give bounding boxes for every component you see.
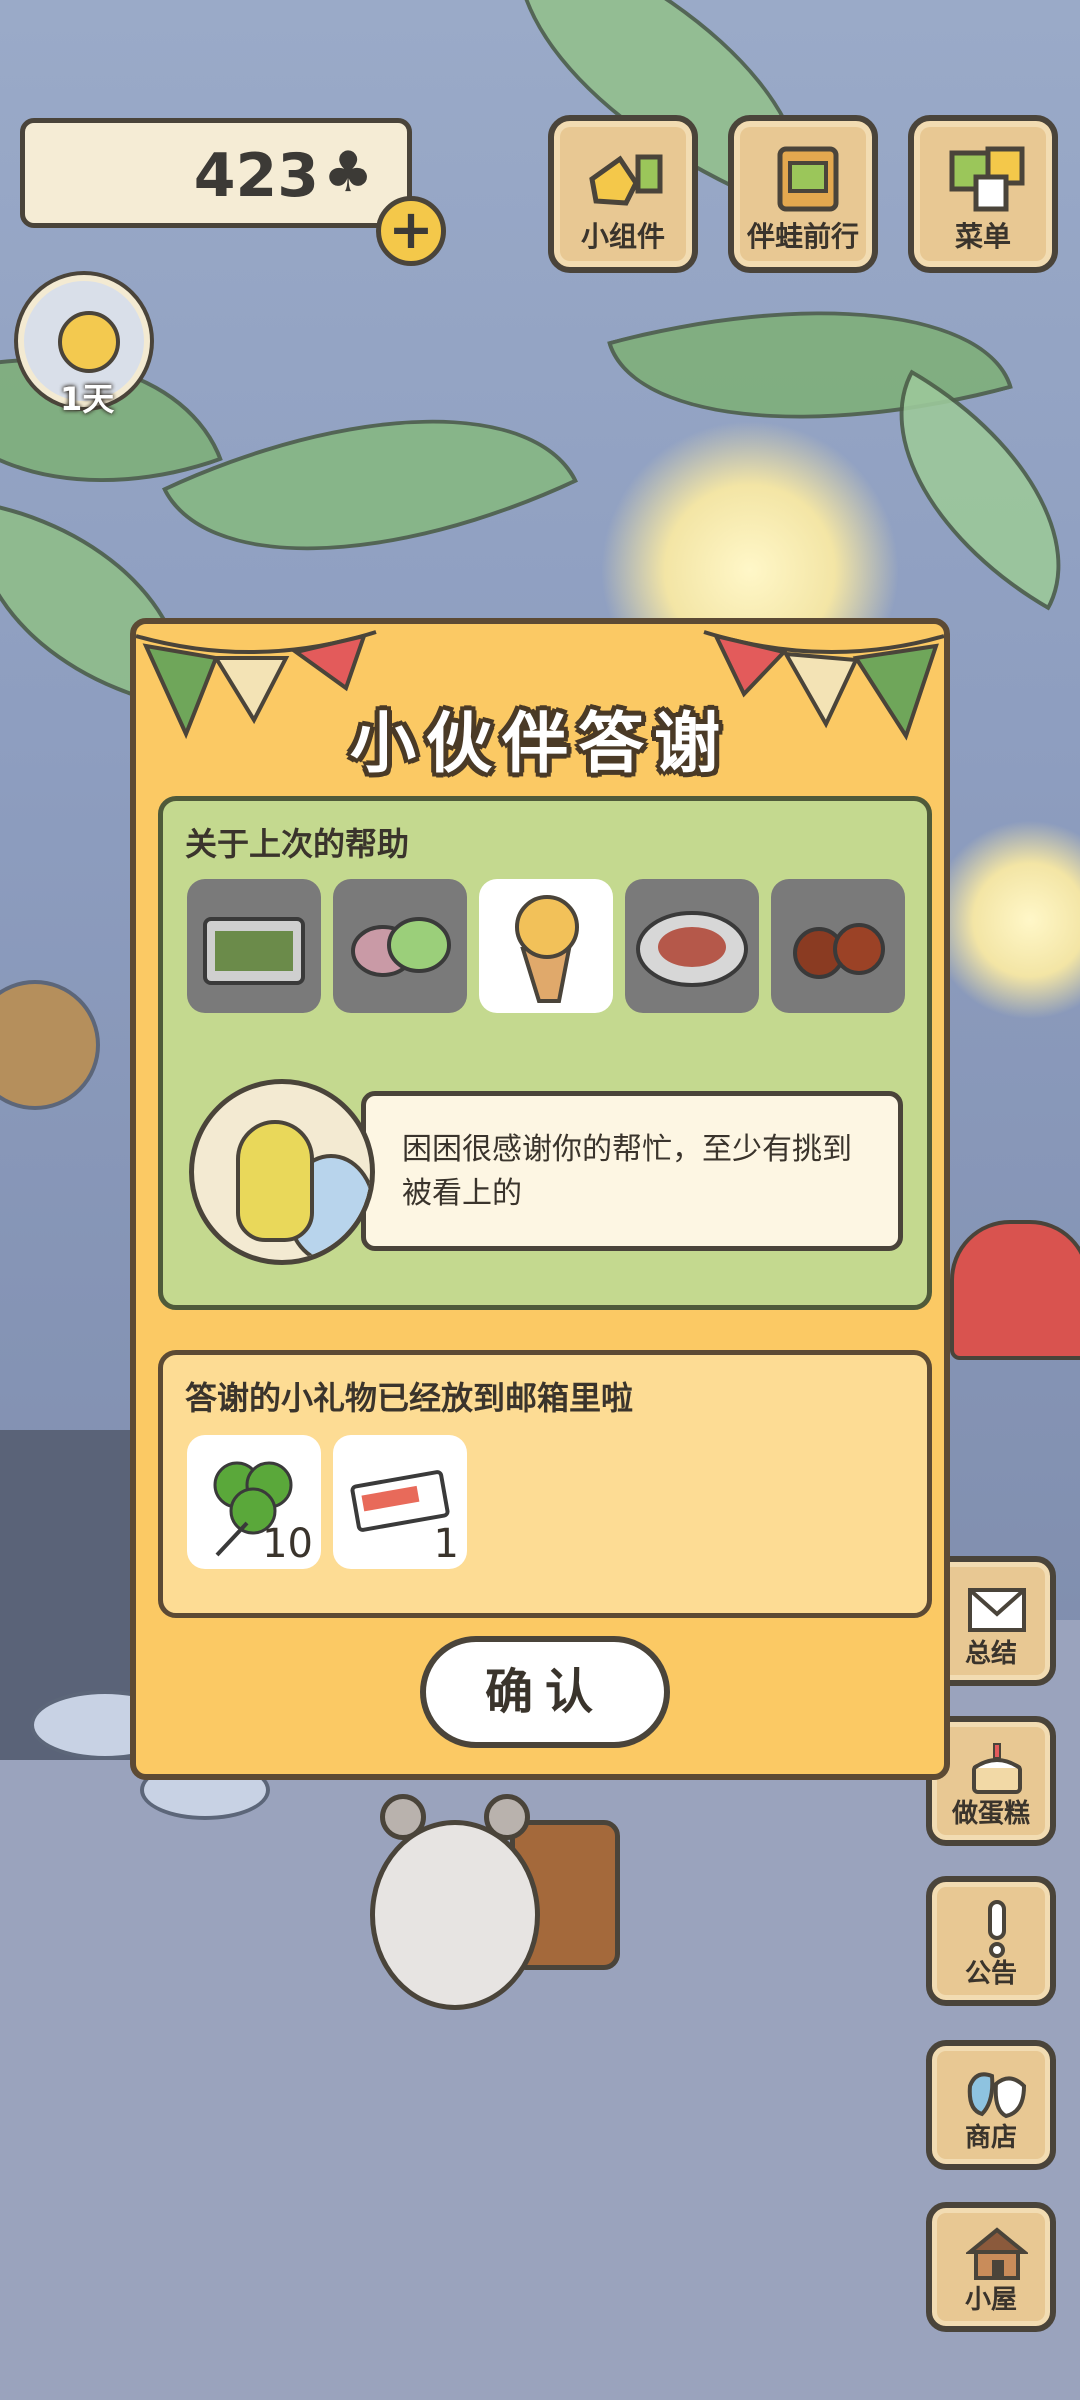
confirm-button[interactable]: 确认 — [420, 1636, 670, 1748]
shop-bag-icon — [967, 2072, 1027, 2119]
ticket-gift[interactable]: 1 — [333, 1435, 467, 1569]
mochi-icon — [351, 917, 451, 977]
ticket-gift-qty: 1 — [433, 1521, 459, 1567]
speaker-character — [236, 1120, 314, 1242]
chestnuts-item[interactable] — [771, 879, 905, 1013]
add-clover-button[interactable]: + — [376, 196, 446, 266]
notice-button-label: 公告 — [964, 1959, 1017, 1989]
dialog-title: 小伙伴答谢 — [350, 705, 730, 782]
gift-section: 答谢的小礼物已经放到邮箱里啦 10 1 — [158, 1350, 932, 1618]
clover-count: 423 — [193, 141, 319, 211]
thanks-message: 困困很感谢你的帮忙，至少有挑到被看上的 — [361, 1091, 903, 1251]
help-section: 关于上次的帮助 困困很感谢你的帮忙，至少有挑到被看上的 — [158, 796, 932, 1310]
hamster-body — [370, 1820, 540, 2010]
mochi-item[interactable] — [333, 879, 467, 1013]
lantern-glow — [930, 820, 1080, 1020]
house-button-label: 小屋 — [964, 2285, 1017, 2315]
make-cake-button-label: 做蛋糕 — [951, 1799, 1030, 1829]
egg-waffle-icon — [515, 895, 579, 1003]
clover-icon: ♣ — [323, 140, 374, 205]
widget-button[interactable]: 小组件 — [548, 115, 698, 273]
house-icon — [966, 2227, 1028, 2280]
salad-plate-item[interactable] — [625, 879, 759, 1013]
egg-waffle-item[interactable] — [479, 879, 613, 1013]
bento-box-item[interactable] — [187, 879, 321, 1013]
bird-icon — [58, 311, 120, 373]
journey-icon — [777, 146, 839, 212]
widget-icon — [589, 154, 663, 206]
clover-gift[interactable]: 10 — [187, 1435, 321, 1569]
days-away-label: 1天 — [60, 380, 115, 418]
mailbox[interactable] — [950, 1220, 1080, 1360]
exclamation-icon — [988, 1900, 1006, 1958]
seed-decoration — [0, 980, 100, 1110]
menu-button-label: 菜单 — [954, 220, 1011, 253]
widget-button-label: 小组件 — [580, 220, 665, 253]
thanks-dialog: 小伙伴答谢 关于上次的帮助 困困很感谢你的帮忙，至少有挑到被看上的 答谢的小礼物… — [130, 618, 950, 1780]
shop-button-label: 商店 — [964, 2123, 1017, 2153]
bento-box-icon — [203, 917, 305, 985]
shop-button[interactable]: 商店 — [926, 2040, 1056, 2170]
clover-counter: 423 ♣ — [20, 118, 412, 228]
help-items-row — [187, 879, 905, 1013]
gift-section-label: 答谢的小礼物已经放到邮箱里啦 — [185, 1379, 634, 1417]
hamster-character[interactable] — [360, 1780, 550, 2020]
leaf-decoration — [161, 327, 579, 643]
notice-button[interactable]: 公告 — [926, 1876, 1056, 2006]
help-section-label: 关于上次的帮助 — [185, 825, 410, 863]
clover-gift-qty: 10 — [262, 1521, 313, 1567]
house-button[interactable]: 小屋 — [926, 2202, 1056, 2332]
journey-button[interactable]: 伴蛙前行 — [728, 115, 878, 273]
chestnuts-icon — [793, 923, 885, 979]
gift-row: 10 1 — [187, 1435, 467, 1569]
plus-icon: + — [388, 198, 434, 261]
menu-button[interactable]: 菜单 — [908, 115, 1058, 273]
letter-icon — [968, 1588, 1026, 1632]
cake-icon — [972, 1743, 1022, 1794]
menu-icon — [949, 146, 1025, 212]
speaker-avatar — [189, 1079, 375, 1265]
journey-button-label: 伴蛙前行 — [746, 220, 859, 253]
salad-plate-icon — [636, 911, 748, 987]
